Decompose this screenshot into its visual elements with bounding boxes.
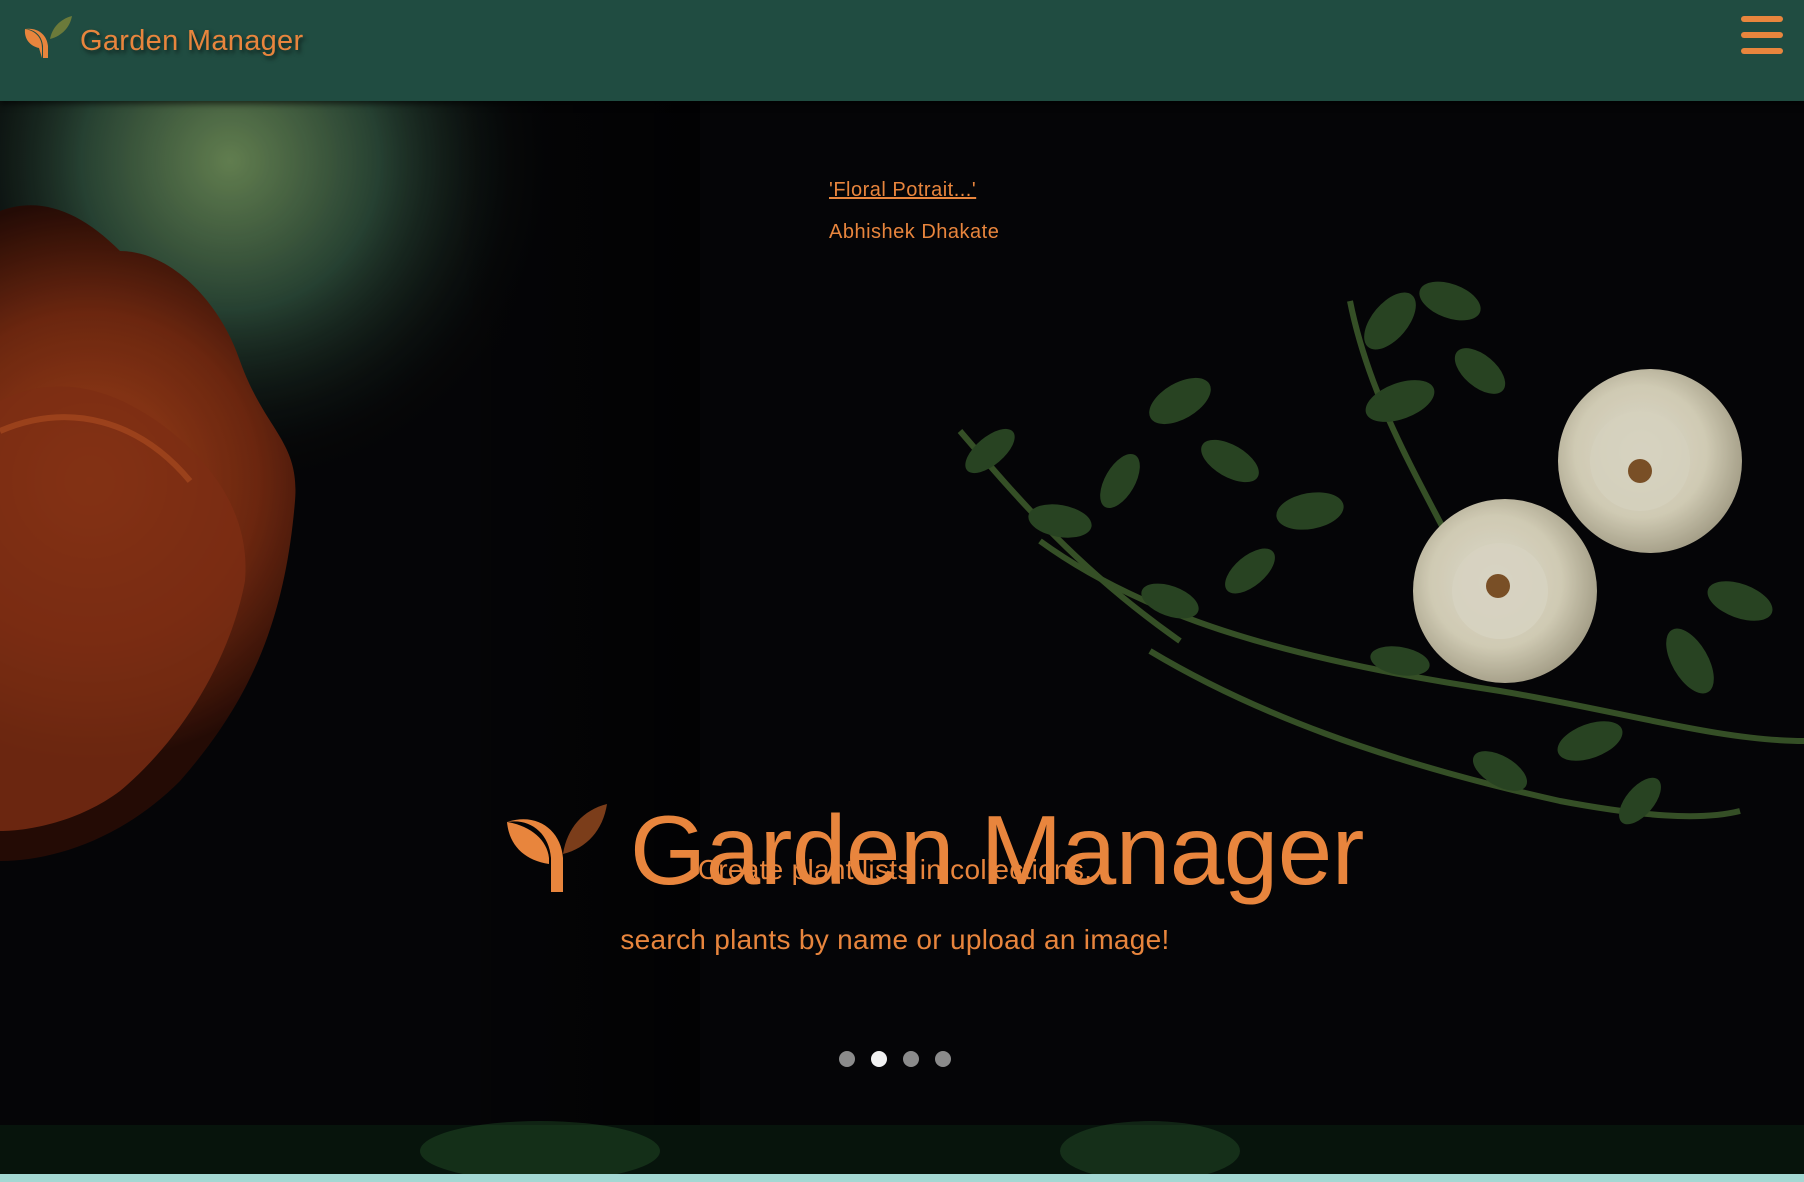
carousel-indicators — [839, 1051, 967, 1067]
carousel-dot-1[interactable] — [839, 1051, 855, 1067]
next-section-edge — [0, 1174, 1804, 1182]
slide-overlay — [0, 101, 1804, 1125]
photo-title-link[interactable]: 'Floral Potrait...' — [829, 179, 999, 202]
hero-carousel: 'Floral Potrait...' Abhishek Dhakate Gar… — [0, 101, 1804, 1174]
sprout-icon — [22, 14, 74, 65]
hamburger-menu-icon — [1741, 16, 1783, 22]
carousel-dot-2[interactable] — [871, 1051, 887, 1067]
hamburger-menu-button[interactable] — [1741, 16, 1783, 54]
brand-link[interactable]: Garden Manager — [22, 14, 303, 65]
hero-tagline-line2: search plants by name or upload an image… — [620, 924, 1170, 955]
photo-author: Abhishek Dhakate — [829, 221, 1000, 243]
hero-tagline-line1: Create plant lists in collections, — [697, 854, 1093, 885]
brand-label: Garden Manager — [80, 25, 304, 57]
carousel-dot-3[interactable] — [903, 1051, 919, 1067]
top-navbar: Garden Manager — [0, 0, 1804, 101]
carousel-dot-4[interactable] — [935, 1051, 951, 1067]
photo-credit: 'Floral Potrait...' Abhishek Dhakate — [829, 179, 999, 244]
